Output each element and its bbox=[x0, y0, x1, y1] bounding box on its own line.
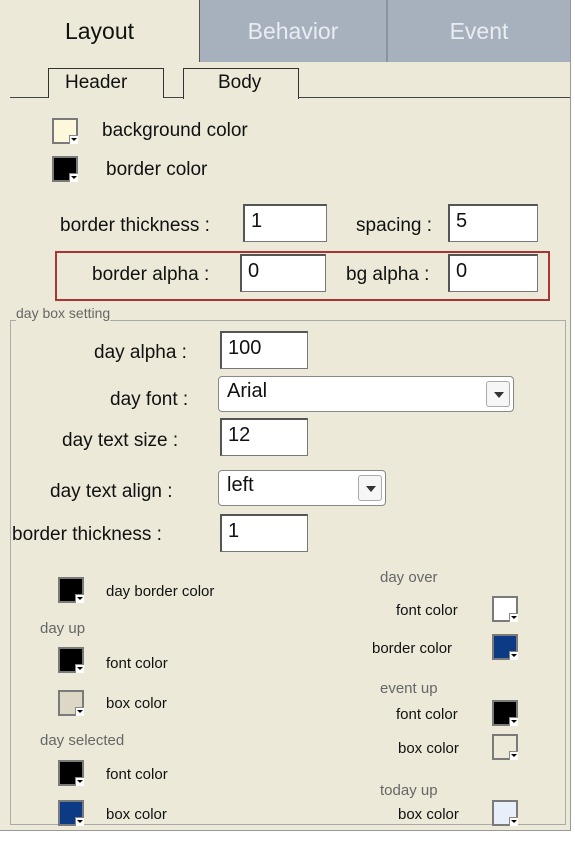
tab-layout[interactable]: Layout bbox=[0, 0, 200, 62]
event-up-box-color-swatch[interactable] bbox=[492, 734, 518, 760]
spacing-label: spacing : bbox=[356, 215, 433, 236]
top-tab-bar: Layout Behavior Event bbox=[0, 0, 570, 62]
bg-alpha-input[interactable]: 0 bbox=[448, 254, 538, 292]
background-color-label: background color bbox=[102, 120, 248, 141]
dropdown-arrow-icon bbox=[75, 664, 84, 673]
today-up-box-color-label: box color bbox=[398, 806, 459, 823]
event-up-font-color-swatch[interactable] bbox=[492, 700, 518, 726]
tab-event[interactable]: Event bbox=[388, 0, 570, 62]
day-box-setting-title: day box setting bbox=[16, 305, 111, 321]
day-selected-box-color-label: box color bbox=[106, 806, 167, 823]
properties-panel: Layout Behavior Event Header Body backgr… bbox=[0, 0, 571, 831]
border-alpha-input[interactable]: 0 bbox=[240, 254, 326, 292]
today-up-box-color-swatch[interactable] bbox=[492, 800, 518, 826]
day-up-font-color-swatch[interactable] bbox=[58, 647, 84, 673]
border-thickness-label: border thickness : bbox=[60, 215, 210, 236]
background-color-swatch[interactable] bbox=[52, 118, 78, 144]
border-thickness-input[interactable]: 1 bbox=[243, 204, 327, 242]
day-over-border-color-label: border color bbox=[372, 640, 453, 657]
bg-alpha-label: bg alpha : bbox=[346, 264, 430, 285]
day-selected-font-color-swatch[interactable] bbox=[58, 760, 84, 786]
day-up-box-color-swatch[interactable] bbox=[58, 690, 84, 716]
day-border-thickness-input[interactable]: 1 bbox=[220, 514, 308, 552]
dropdown-arrow-icon bbox=[509, 751, 518, 760]
day-font-value: Arial bbox=[227, 380, 268, 402]
day-alpha-input[interactable]: 100 bbox=[220, 331, 308, 369]
dropdown-arrow-icon bbox=[75, 777, 84, 786]
day-over-border-color-swatch[interactable] bbox=[492, 634, 518, 660]
day-border-color-swatch[interactable] bbox=[58, 577, 84, 603]
day-text-align-label: day text align : bbox=[50, 481, 173, 502]
day-text-size-input[interactable]: 12 bbox=[220, 418, 308, 456]
day-over-font-color-label: font color bbox=[396, 602, 458, 619]
event-up-font-color-label: font color bbox=[396, 706, 458, 723]
day-up-title: day up bbox=[40, 620, 86, 637]
dropdown-arrow-icon bbox=[69, 135, 78, 144]
day-up-font-color-label: font color bbox=[106, 655, 168, 672]
day-selected-title: day selected bbox=[40, 732, 125, 749]
tab-behavior[interactable]: Behavior bbox=[200, 0, 388, 62]
dropdown-arrow-icon bbox=[69, 173, 78, 182]
day-border-thickness-label: border thickness : bbox=[12, 524, 162, 545]
event-up-title: event up bbox=[380, 680, 438, 697]
today-up-title: today up bbox=[380, 782, 438, 799]
day-over-title: day over bbox=[380, 569, 438, 586]
day-text-size-label: day text size : bbox=[62, 430, 179, 451]
subtab-body[interactable]: Body bbox=[183, 68, 299, 99]
dropdown-arrow-icon bbox=[75, 594, 84, 603]
day-selected-font-color-label: font color bbox=[106, 766, 168, 783]
day-border-color-label: day border color bbox=[106, 583, 215, 600]
day-alpha-label: day alpha : bbox=[94, 342, 187, 363]
day-text-align-value: left bbox=[227, 474, 254, 496]
day-font-select[interactable]: Arial bbox=[218, 376, 514, 412]
border-color-label: border color bbox=[106, 159, 208, 180]
day-up-box-color-label: box color bbox=[106, 695, 167, 712]
dropdown-arrow-icon bbox=[75, 707, 84, 716]
day-text-align-select[interactable]: left bbox=[218, 470, 386, 506]
chevron-down-icon[interactable] bbox=[358, 475, 382, 501]
border-alpha-label: border alpha : bbox=[92, 264, 210, 285]
subtab-header[interactable]: Header bbox=[48, 68, 164, 98]
spacing-input[interactable]: 5 bbox=[448, 204, 538, 242]
dropdown-arrow-icon bbox=[509, 817, 518, 826]
day-over-font-color-swatch[interactable] bbox=[492, 596, 518, 622]
dropdown-arrow-icon bbox=[509, 717, 518, 726]
dropdown-arrow-icon bbox=[509, 613, 518, 622]
chevron-down-icon[interactable] bbox=[486, 381, 510, 407]
dropdown-arrow-icon bbox=[75, 817, 84, 826]
border-color-swatch[interactable] bbox=[52, 156, 78, 182]
dropdown-arrow-icon bbox=[509, 651, 518, 660]
day-font-label: day font : bbox=[110, 389, 189, 410]
day-selected-box-color-swatch[interactable] bbox=[58, 800, 84, 826]
event-up-box-color-label: box color bbox=[398, 740, 459, 757]
